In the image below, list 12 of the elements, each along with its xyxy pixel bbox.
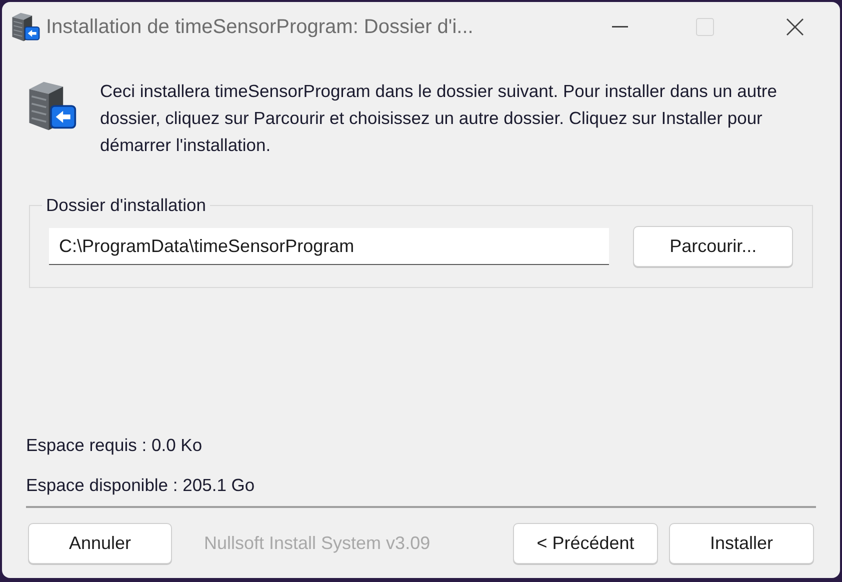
window-title: Installation de timeSensorProgram: Dossier d'i... bbox=[46, 15, 474, 40]
install-button[interactable]: Installer bbox=[669, 523, 814, 564]
cancel-button[interactable]: Annuler bbox=[28, 523, 172, 564]
space-available-text: Espace disponible : 205.1 Go bbox=[26, 474, 256, 497]
minimize-icon bbox=[612, 26, 628, 28]
branding-text: Nullsoft Install System v3.09 bbox=[204, 532, 430, 555]
close-icon bbox=[786, 18, 804, 36]
back-button[interactable]: < Précédent bbox=[513, 523, 658, 564]
path-field[interactable]: C:\ProgramData\timeSensorProgram bbox=[49, 228, 610, 265]
space-required-text: Espace requis : 0.0 Ko bbox=[26, 434, 204, 457]
browse-button[interactable]: Parcourir... bbox=[633, 226, 793, 267]
intro-text: Ceci installera timeSensorProgram dans le dossier suivant. Pour installer dans un autre dossier, cliquez sur Parcourir et choisissez un autre dossier. Cliquez sur Installer pour démarrer l'installation. bbox=[100, 80, 778, 157]
